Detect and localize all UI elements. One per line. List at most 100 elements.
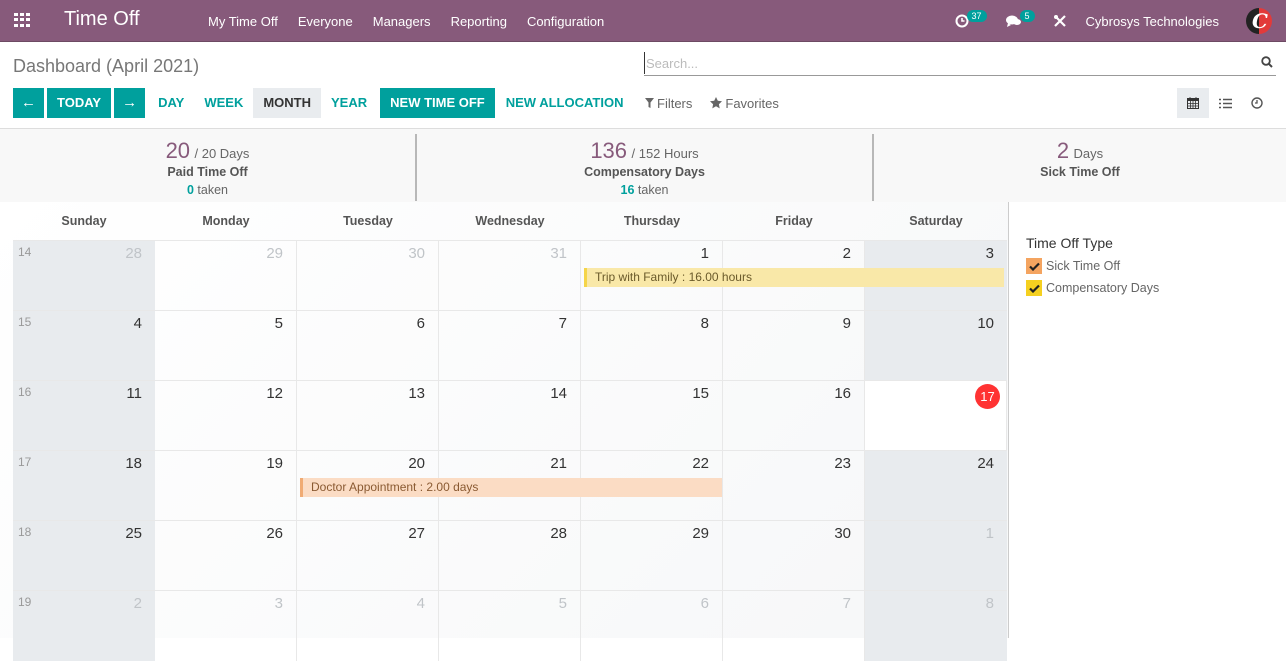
scale-day-button[interactable]: Day xyxy=(148,88,194,118)
scale-month-button[interactable]: Month xyxy=(253,88,322,118)
calendar-event[interactable]: Trip with Family : 16.00 hours xyxy=(584,268,1004,287)
menu-reporting[interactable]: Reporting xyxy=(441,14,517,29)
calendar-day-cell[interactable]: 18 25 xyxy=(13,521,155,591)
weekday-monday: Monday xyxy=(202,214,250,228)
user-avatar[interactable] xyxy=(1246,8,1272,34)
prev-button[interactable]: ← xyxy=(13,88,44,118)
week-number: 19 xyxy=(18,595,32,609)
calendar-event[interactable]: Doctor Appointment : 2.00 days xyxy=(300,478,722,497)
calendar-day-cell[interactable]: 6 xyxy=(297,311,439,381)
favorites-label: Favorites xyxy=(725,95,779,111)
filter-sick-time-off[interactable]: Sick Time Off xyxy=(1026,258,1120,274)
search-icon[interactable] xyxy=(1261,56,1273,68)
calendar-day-cell[interactable]: 5 xyxy=(439,591,581,661)
list-view-button[interactable] xyxy=(1209,88,1241,118)
calendar-day-cell[interactable]: 9 xyxy=(723,311,865,381)
today-date-badge: 17 xyxy=(975,384,1000,409)
filter-compensatory-days[interactable]: Compensatory Days xyxy=(1026,280,1159,296)
stat-taken: 0 taken xyxy=(0,183,415,197)
day-number: 8 xyxy=(700,315,709,332)
new-allocation-button[interactable]: New Allocation xyxy=(496,88,634,118)
calendar-day-cell[interactable]: 26 xyxy=(155,521,297,591)
taken-label: taken xyxy=(197,183,229,197)
stat-label: Sick Time Off xyxy=(1040,165,1120,179)
calendar-day-cell[interactable]: 8 xyxy=(865,591,1007,661)
calendar-day-cell[interactable]: 23 xyxy=(723,451,865,521)
calendar-buttons: ← Today → Day Week Month Year New Time O… xyxy=(13,88,633,118)
calendar-day-cell[interactable]: 30 xyxy=(723,521,865,591)
apps-grid-icon[interactable] xyxy=(14,13,30,27)
calendar-day-cell[interactable]: 8 xyxy=(581,311,723,381)
day-number: 20 xyxy=(408,455,425,472)
next-button[interactable]: → xyxy=(114,88,146,118)
calendar-day-cell[interactable]: 16 11 xyxy=(13,381,155,451)
calendar-day-cell[interactable]: 27 xyxy=(297,521,439,591)
day-number: 11 xyxy=(126,385,142,402)
day-number: 3 xyxy=(274,595,283,612)
calendar-sidebar: Time Off Type Sick Time Off Compensatory… xyxy=(1008,202,1286,638)
week-number: 18 xyxy=(18,525,32,539)
tools-icon xyxy=(1053,15,1066,27)
menu-my-time-off[interactable]: My Time Off xyxy=(198,14,288,29)
calendar-day-cell[interactable]: 31 xyxy=(439,241,581,311)
stat-sick-time-off: 2 Days Sick Time Off xyxy=(874,129,1286,202)
scale-week-button[interactable]: Week xyxy=(194,88,253,118)
weekday-header: Sunday Monday Tuesday Wednesday Thursday… xyxy=(13,202,1007,240)
favorites-dropdown[interactable]: Favorites xyxy=(710,95,779,111)
calendar-day-cell[interactable]: 12 xyxy=(155,381,297,451)
filters-dropdown[interactable]: Filters xyxy=(645,96,692,111)
calendar-view-button[interactable] xyxy=(1177,88,1209,118)
main-menu: My Time Off Everyone Managers Reporting … xyxy=(198,0,614,42)
activity-menu[interactable]: 37 xyxy=(955,10,987,28)
today-button[interactable]: Today xyxy=(47,88,112,118)
menu-managers[interactable]: Managers xyxy=(363,14,441,29)
calendar-day-cell[interactable]: 7 xyxy=(723,591,865,661)
calendar-day-cell[interactable]: 29 xyxy=(155,241,297,311)
calendar-day-cell[interactable]: 6 xyxy=(581,591,723,661)
calendar-day-cell[interactable]: 15 xyxy=(581,381,723,451)
day-number: 8 xyxy=(985,595,994,612)
calendar-day-cell[interactable]: 28 xyxy=(439,521,581,591)
calendar-day-cell[interactable]: 29 xyxy=(581,521,723,591)
menu-configuration[interactable]: Configuration xyxy=(517,14,614,29)
calendar-day-cell[interactable]: 7 xyxy=(439,311,581,381)
calendar-day-cell[interactable]: 19 2 xyxy=(13,591,155,661)
company-switcher[interactable]: Cybrosys Technologies xyxy=(1086,14,1219,29)
calendar-day-cell[interactable]: 16 xyxy=(723,381,865,451)
calendar-day-cell[interactable]: 14 xyxy=(439,381,581,451)
messages-menu[interactable]: 5 xyxy=(1005,10,1035,28)
debug-tools-button[interactable] xyxy=(1053,14,1067,28)
calendar-day-cell[interactable]: 17 18 xyxy=(13,451,155,521)
calendar-day-cell[interactable]: 24 xyxy=(865,451,1007,521)
scale-year-button[interactable]: Year xyxy=(321,88,377,118)
day-number: 14 xyxy=(550,385,567,402)
calendar-day-cell[interactable]: 10 xyxy=(865,311,1007,381)
calendar-day-cell[interactable]: 3 xyxy=(155,591,297,661)
list-icon xyxy=(1218,98,1232,108)
new-time-off-button[interactable]: New Time Off xyxy=(380,88,495,118)
stat-unit: Days xyxy=(1073,146,1104,161)
calendar-day-cell[interactable]: 13 xyxy=(297,381,439,451)
day-number: 4 xyxy=(416,595,425,612)
stat-unit: / 152 Hours xyxy=(631,146,699,161)
calendar-day-cell[interactable]: 4 xyxy=(297,591,439,661)
checkbox-checked-icon[interactable] xyxy=(1026,280,1042,296)
menu-everyone[interactable]: Everyone xyxy=(288,14,363,29)
calendar-day-cell[interactable]: 17 xyxy=(865,381,1007,451)
calendar-day-cell[interactable]: 19 xyxy=(155,451,297,521)
search-input[interactable] xyxy=(644,52,1244,74)
stat-value: 136 xyxy=(590,138,628,163)
star-icon xyxy=(710,97,723,109)
systray: 37 5 Cybrosys Technologies xyxy=(955,0,1286,42)
checkbox-checked-icon[interactable] xyxy=(1026,258,1042,274)
activity-view-button[interactable] xyxy=(1241,88,1273,118)
calendar-week-row: 15 4 5 6 7 8 9 10 xyxy=(13,310,1007,381)
calendar-day-cell[interactable]: 30 xyxy=(297,241,439,311)
calendar-day-cell[interactable]: 5 xyxy=(155,311,297,381)
calendar-day-cell[interactable]: 15 4 xyxy=(13,311,155,381)
week-number: 15 xyxy=(18,315,32,329)
calendar-grid: 14 28 29 30 31 1 2 3 Trip with Family : 16.00 ho… xyxy=(13,240,1007,661)
calendar-day-cell[interactable]: 14 28 xyxy=(13,241,155,311)
stat-paid-time-off: 20 / 20 Days Paid Time Off 0 taken xyxy=(0,129,415,202)
calendar-day-cell[interactable]: 1 xyxy=(865,521,1007,591)
